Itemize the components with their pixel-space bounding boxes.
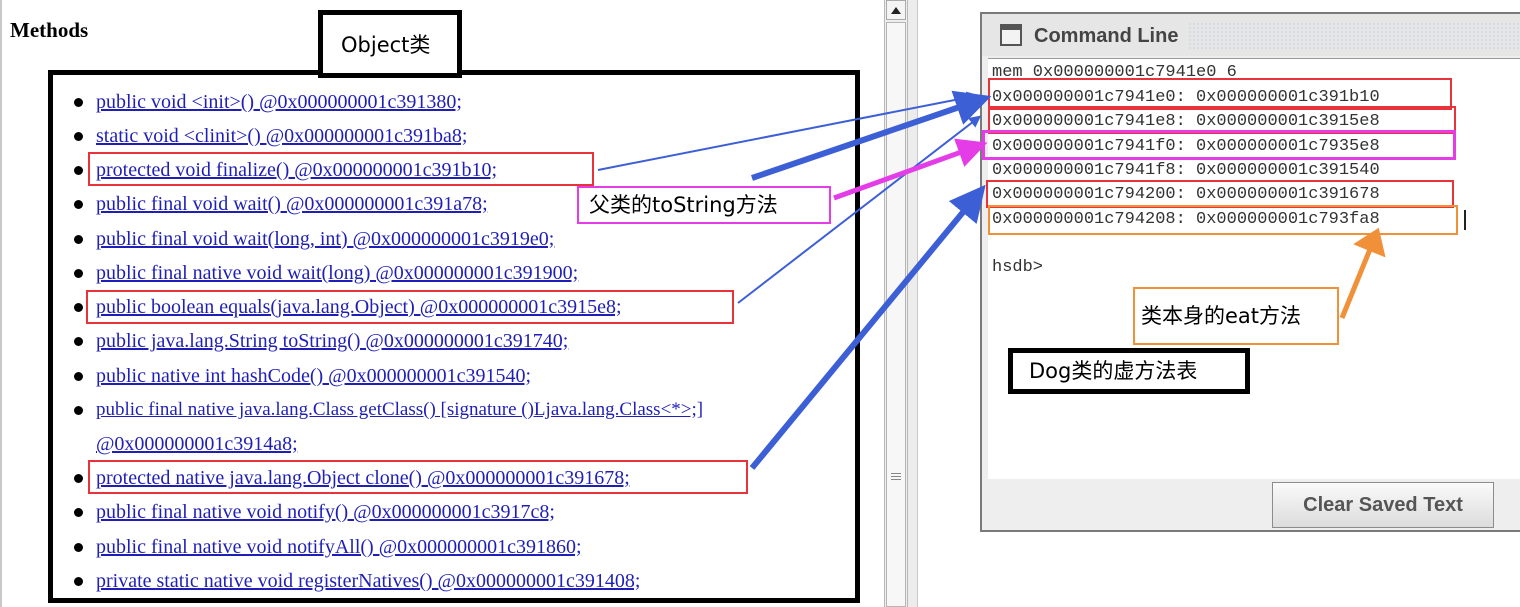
arrow-equals bbox=[737, 115, 982, 304]
arrow-object-to-vtable bbox=[751, 90, 992, 181]
annotation-arrows bbox=[597, 90, 1386, 470]
arrow-finalize bbox=[597, 91, 979, 171]
arrow-clone bbox=[749, 184, 986, 470]
arrow-eat bbox=[1339, 227, 1386, 319]
arrow-tostring bbox=[833, 138, 988, 201]
